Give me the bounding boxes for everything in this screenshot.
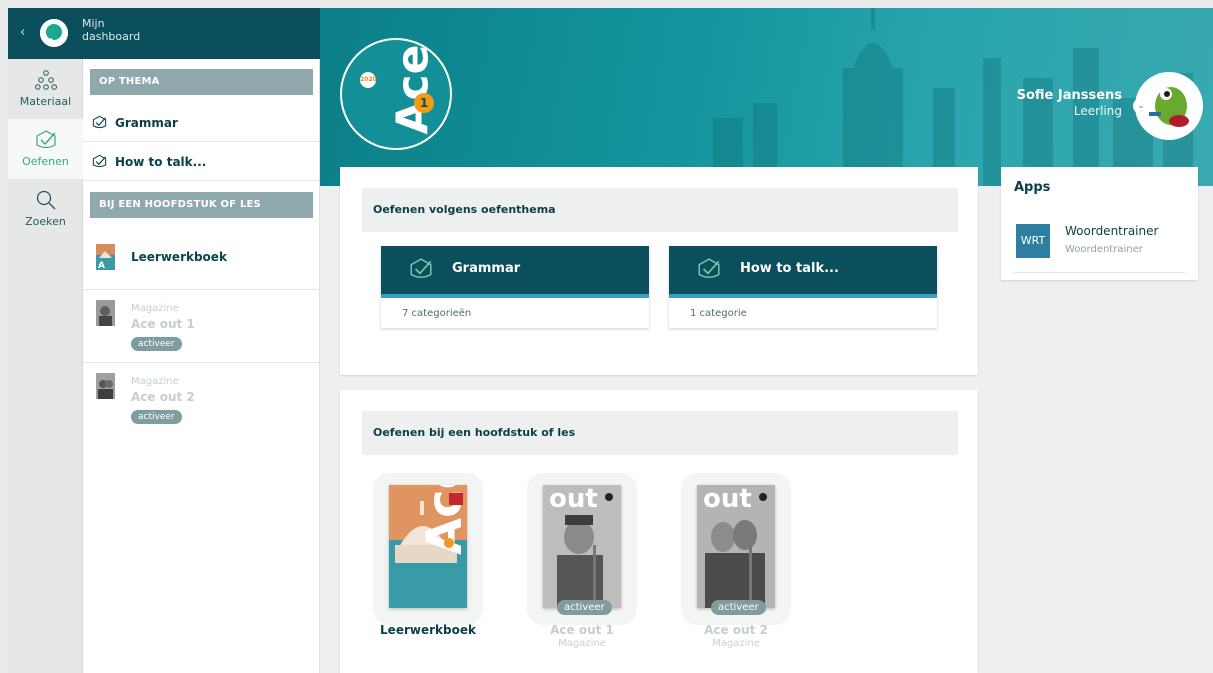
cover-ace-out-2[interactable]: out activeer: [681, 473, 791, 625]
book-item-ace-out-2[interactable]: Magazine Ace out 2 activeer: [83, 363, 320, 436]
rail-label-materiaal: Materiaal: [19, 95, 72, 108]
back-chevron-icon[interactable]: ‹: [20, 25, 25, 40]
ace-book-badge[interactable]: 2020 Ace 1: [340, 38, 452, 150]
book-label: Leerwerkboek: [131, 250, 227, 264]
thema-item-label: Grammar: [115, 115, 178, 130]
tile-subtitle: 7 categorieën: [402, 308, 472, 319]
cover-ace-out-1[interactable]: out activeer: [527, 473, 637, 625]
book-cover-image: out: [697, 485, 775, 608]
cover-caption: Ace out 1: [550, 623, 614, 637]
check-shield-icon: [92, 115, 107, 129]
logo-icon[interactable]: [40, 19, 68, 47]
book-item-ace-out-1[interactable]: Magazine Ace out 1 activeer: [83, 290, 320, 363]
book-kind: Magazine: [131, 376, 179, 387]
rail-item-zoeken[interactable]: Zoeken: [8, 179, 83, 239]
cover-leerwerkboek[interactable]: Ace: [373, 473, 483, 625]
cover-caption: Ace out 2: [704, 623, 768, 637]
cover-caption: Leerwerkboek: [380, 623, 476, 637]
book-cover-thumbnail: [96, 373, 115, 399]
card-heading: Oefenen volgens oefenthema: [362, 188, 958, 232]
activate-pill[interactable]: activeer: [131, 410, 182, 424]
badge-title: Ace: [387, 44, 439, 135]
tile-title: How to talk...: [740, 261, 839, 276]
search-icon: [36, 190, 55, 210]
check-shield-icon: [92, 154, 107, 168]
user-name[interactable]: Sofie Janssens: [1017, 88, 1122, 103]
top-bar: ‹ Mijn dashboard: [8, 8, 320, 59]
icon-rail: Materiaal Oefenen Zoeken: [8, 59, 83, 673]
section-header-chapter: BIJ EEN HOOFDSTUK OF LES: [90, 192, 313, 218]
section-header-thema: OP THEMA: [90, 69, 313, 95]
activate-pill[interactable]: activeer: [711, 600, 766, 615]
book-cover-image: Ace: [389, 485, 467, 608]
hero-banner: 2020 Ace 1 Sofie Janssens Leerling ⌄: [320, 8, 1213, 186]
tile-title: Grammar: [452, 261, 521, 276]
badge-number: 1: [414, 93, 434, 113]
tile-header: How to talk...: [669, 246, 937, 298]
rail-label-zoeken: Zoeken: [25, 215, 66, 228]
app-frame: ‹ Mijn dashboard Materiaal Oefenen Zoeke…: [8, 8, 1213, 673]
dashboard-title-line2: dashboard: [82, 30, 141, 43]
rail-item-materiaal[interactable]: Materiaal: [8, 59, 83, 119]
divider: [1014, 272, 1185, 273]
check-shield-icon: [698, 258, 720, 278]
theme-tile-grammar[interactable]: Grammar 7 categorieën: [381, 246, 649, 328]
cover-subtitle: Magazine: [558, 638, 606, 649]
app-subtitle: Woordentrainer: [1065, 244, 1143, 255]
apps-title: Apps: [1014, 180, 1051, 195]
materials-icon: [34, 70, 57, 90]
woordentrainer-app-icon[interactable]: WRT: [1016, 224, 1050, 258]
practice-chapter-card: Oefenen bij een hoofdstuk of les Ace Lee…: [340, 390, 978, 673]
rail-item-oefenen[interactable]: Oefenen: [8, 119, 83, 179]
side-panel: OP THEMA Grammar How to talk... BIJ EEN …: [83, 59, 320, 673]
book-kind: Magazine: [131, 303, 179, 314]
thema-item-label: How to talk...: [115, 154, 207, 169]
dashboard-title[interactable]: Mijn dashboard: [82, 17, 140, 43]
apps-card: Apps WRT Woordentrainer Woordentrainer: [1001, 167, 1198, 280]
svg-text:out: out: [549, 485, 598, 514]
dashboard-title-line1: Mijn: [82, 17, 105, 30]
activate-pill[interactable]: activeer: [557, 600, 612, 615]
chevron-down-icon[interactable]: ⌄: [1133, 98, 1149, 114]
card-heading: Oefenen bij een hoofdstuk of les: [362, 411, 958, 455]
thema-item-how-to-talk[interactable]: How to talk...: [83, 143, 320, 181]
rail-label-oefenen: Oefenen: [22, 155, 69, 168]
cover-subtitle: Magazine: [712, 638, 760, 649]
book-cover-thumbnail: A: [96, 244, 115, 270]
thema-item-grammar[interactable]: Grammar: [83, 104, 320, 142]
tile-header: Grammar: [381, 246, 649, 298]
activate-pill[interactable]: activeer: [131, 337, 182, 351]
user-role: Leerling: [1073, 104, 1122, 118]
book-cover-thumbnail: [96, 300, 115, 326]
book-item-leerwerkboek[interactable]: A Leerwerkboek: [83, 226, 320, 290]
check-shield-icon: [410, 258, 432, 278]
check-shield-icon: [35, 130, 56, 149]
book-label: Ace out 1: [131, 317, 195, 331]
badge-year: 2020: [360, 72, 377, 88]
practice-theme-card: Oefenen volgens oefenthema Grammar 7 cat…: [340, 167, 978, 375]
tile-subtitle: 1 categorie: [690, 308, 747, 319]
svg-text:A: A: [98, 261, 105, 270]
theme-tile-how-to-talk[interactable]: How to talk... 1 categorie: [669, 246, 937, 328]
svg-text:out: out: [703, 485, 752, 514]
app-name[interactable]: Woordentrainer: [1065, 224, 1158, 238]
book-cover-image: out: [543, 485, 621, 608]
book-label: Ace out 2: [131, 390, 195, 404]
